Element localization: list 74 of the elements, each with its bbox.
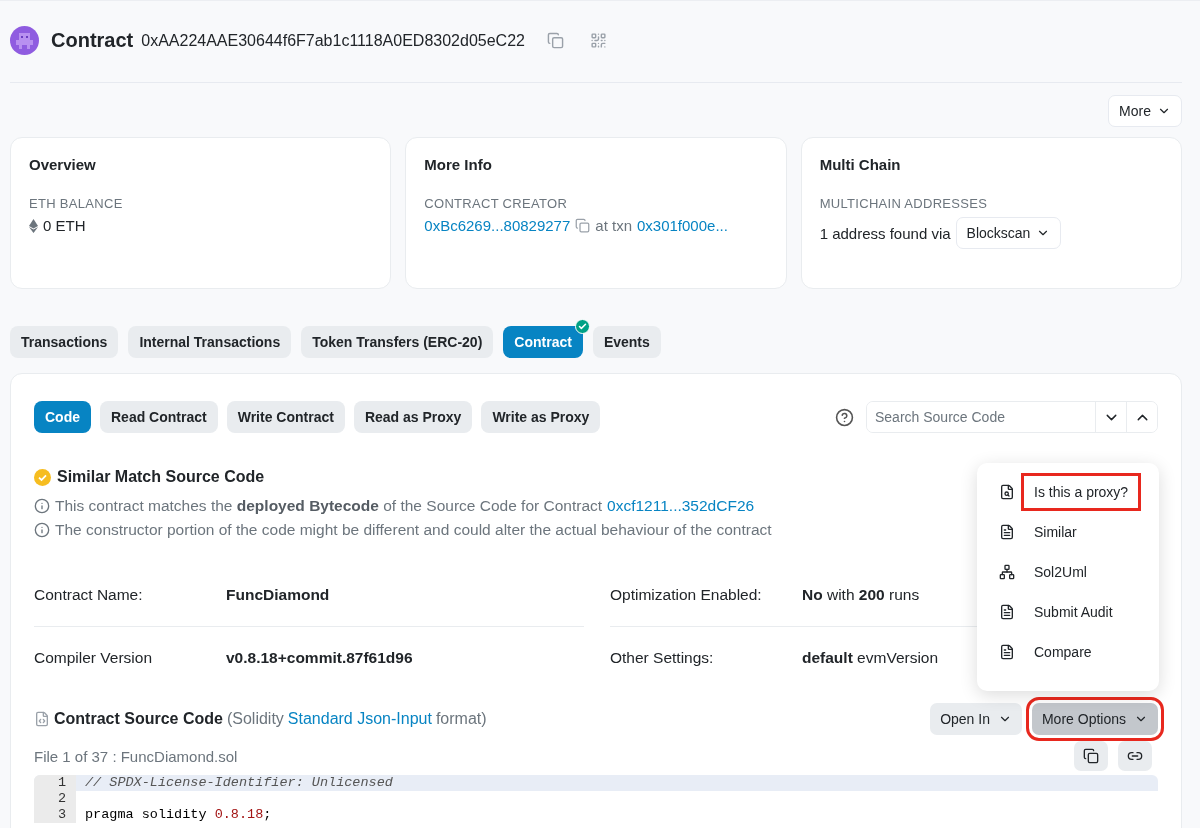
match-title: Similar Match Source Code bbox=[57, 468, 265, 486]
card-label: CONTRACT CREATOR bbox=[424, 196, 569, 211]
info-icon bbox=[34, 522, 50, 538]
line-number: 2 bbox=[34, 791, 76, 807]
line-number: 3 bbox=[34, 807, 76, 823]
avatar-icon bbox=[10, 26, 39, 55]
format-suffix: format) bbox=[435, 710, 487, 728]
address-count: 1 address found via bbox=[819, 224, 951, 242]
file-label: File 1 of 37 : FuncDiamond.sol bbox=[34, 747, 238, 765]
match-note: This contract matches the deployed Bytecode of the Source Code for Contract bbox=[55, 496, 603, 516]
sub-tab[interactable]: Read Contract bbox=[100, 401, 218, 433]
match-note: The constructor portion of the code might be different and could alter the actual behaviour of the contract bbox=[55, 520, 772, 540]
copy-icon[interactable] bbox=[575, 218, 591, 233]
source-title: Contract Source Code bbox=[54, 710, 223, 728]
card-label: ETH BALANCE bbox=[29, 196, 124, 211]
sub-tab[interactable]: Write as Proxy bbox=[481, 401, 601, 433]
document-icon bbox=[999, 644, 1015, 660]
line-number: 1 bbox=[34, 775, 76, 791]
code-file-icon bbox=[34, 711, 50, 727]
code-line: pragma solidity 0.8.18; bbox=[84, 807, 272, 823]
creator-link[interactable]: 0xBc6269...80829277 bbox=[424, 217, 571, 234]
sub-tab[interactable]: Write Contract bbox=[226, 401, 345, 433]
previous-match-button[interactable] bbox=[1126, 402, 1157, 432]
document-icon bbox=[999, 524, 1015, 540]
help-icon[interactable] bbox=[835, 407, 854, 427]
txn-link[interactable]: 0x301f000e... bbox=[637, 217, 728, 234]
open-in-button[interactable]: Open In bbox=[930, 703, 1022, 735]
menu-item[interactable]: Is this a proxy? bbox=[1024, 476, 1139, 508]
copy-button[interactable] bbox=[1074, 741, 1108, 771]
detail-label: Optimization Enabled: bbox=[610, 586, 763, 604]
menu-item[interactable]: Similar bbox=[1024, 516, 1087, 548]
info-icon bbox=[34, 498, 50, 514]
sub-tab[interactable]: Code bbox=[34, 401, 91, 433]
tab[interactable]: Token Transfers (ERC-20) bbox=[301, 326, 494, 358]
tab[interactable]: Internal Transactions bbox=[128, 326, 292, 358]
page-title: Contract bbox=[51, 29, 134, 52]
more-button[interactable]: More bbox=[1108, 95, 1182, 127]
detail-label: Compiler Version bbox=[34, 648, 154, 667]
detail-label: Contract Name: bbox=[34, 586, 144, 604]
detail-value: default evmVersion bbox=[802, 648, 939, 667]
detail-label: Other Settings: bbox=[610, 648, 715, 667]
detail-value: No with 200 runs bbox=[802, 586, 920, 604]
ethereum-icon bbox=[29, 218, 38, 233]
format-link[interactable]: Standard Json-Input bbox=[287, 710, 432, 728]
copy-icon bbox=[1083, 748, 1099, 764]
menu-item[interactable]: Compare bbox=[1024, 636, 1102, 668]
qr-code-icon[interactable] bbox=[589, 32, 607, 49]
contract-address: 0xAA224AAE30644f6F7ab1c1118A0ED8302d05eC22 bbox=[141, 31, 525, 50]
file-search-icon bbox=[999, 484, 1015, 500]
tab[interactable]: Transactions bbox=[10, 326, 119, 358]
sub-tab[interactable]: Read as Proxy bbox=[353, 401, 473, 433]
code-editor[interactable]: 1 // SPDX-License-Identifier: Unlicensed 2 3 pragma solidity 0.8.18; bbox=[34, 775, 1158, 823]
card-title: Overview bbox=[29, 156, 97, 173]
card-title: Multi Chain bbox=[819, 156, 902, 173]
txn-label: at txn bbox=[595, 217, 632, 234]
tab[interactable]: Contract bbox=[503, 326, 583, 358]
diagram-icon bbox=[999, 564, 1015, 580]
menu-item[interactable]: Sol2Uml bbox=[1024, 556, 1097, 588]
code-line: // SPDX-License-Identifier: Unlicensed bbox=[84, 775, 393, 791]
tab[interactable]: Events bbox=[592, 326, 661, 358]
search-field[interactable]: Search Source Code bbox=[866, 401, 1158, 433]
card-title: More Info bbox=[424, 156, 493, 173]
menu-item[interactable]: Submit Audit bbox=[1024, 596, 1123, 628]
blockscan-dropdown[interactable]: Blockscan bbox=[955, 217, 1062, 249]
balance-value: 0 ETH bbox=[43, 217, 86, 234]
check-circle-icon bbox=[34, 468, 51, 486]
card-label: MULTICHAIN ADDRESSES bbox=[819, 196, 989, 211]
detail-value: v0.8.18+commit.87f61d96 bbox=[226, 648, 413, 667]
detail-value: FuncDiamond bbox=[226, 586, 330, 604]
format-prefix: (Solidity bbox=[226, 710, 284, 728]
document-icon bbox=[999, 604, 1015, 620]
link-button[interactable] bbox=[1118, 741, 1152, 771]
contract-link[interactable]: 0xcf1211...352dCF26 bbox=[607, 494, 755, 518]
copy-icon[interactable] bbox=[546, 32, 564, 49]
